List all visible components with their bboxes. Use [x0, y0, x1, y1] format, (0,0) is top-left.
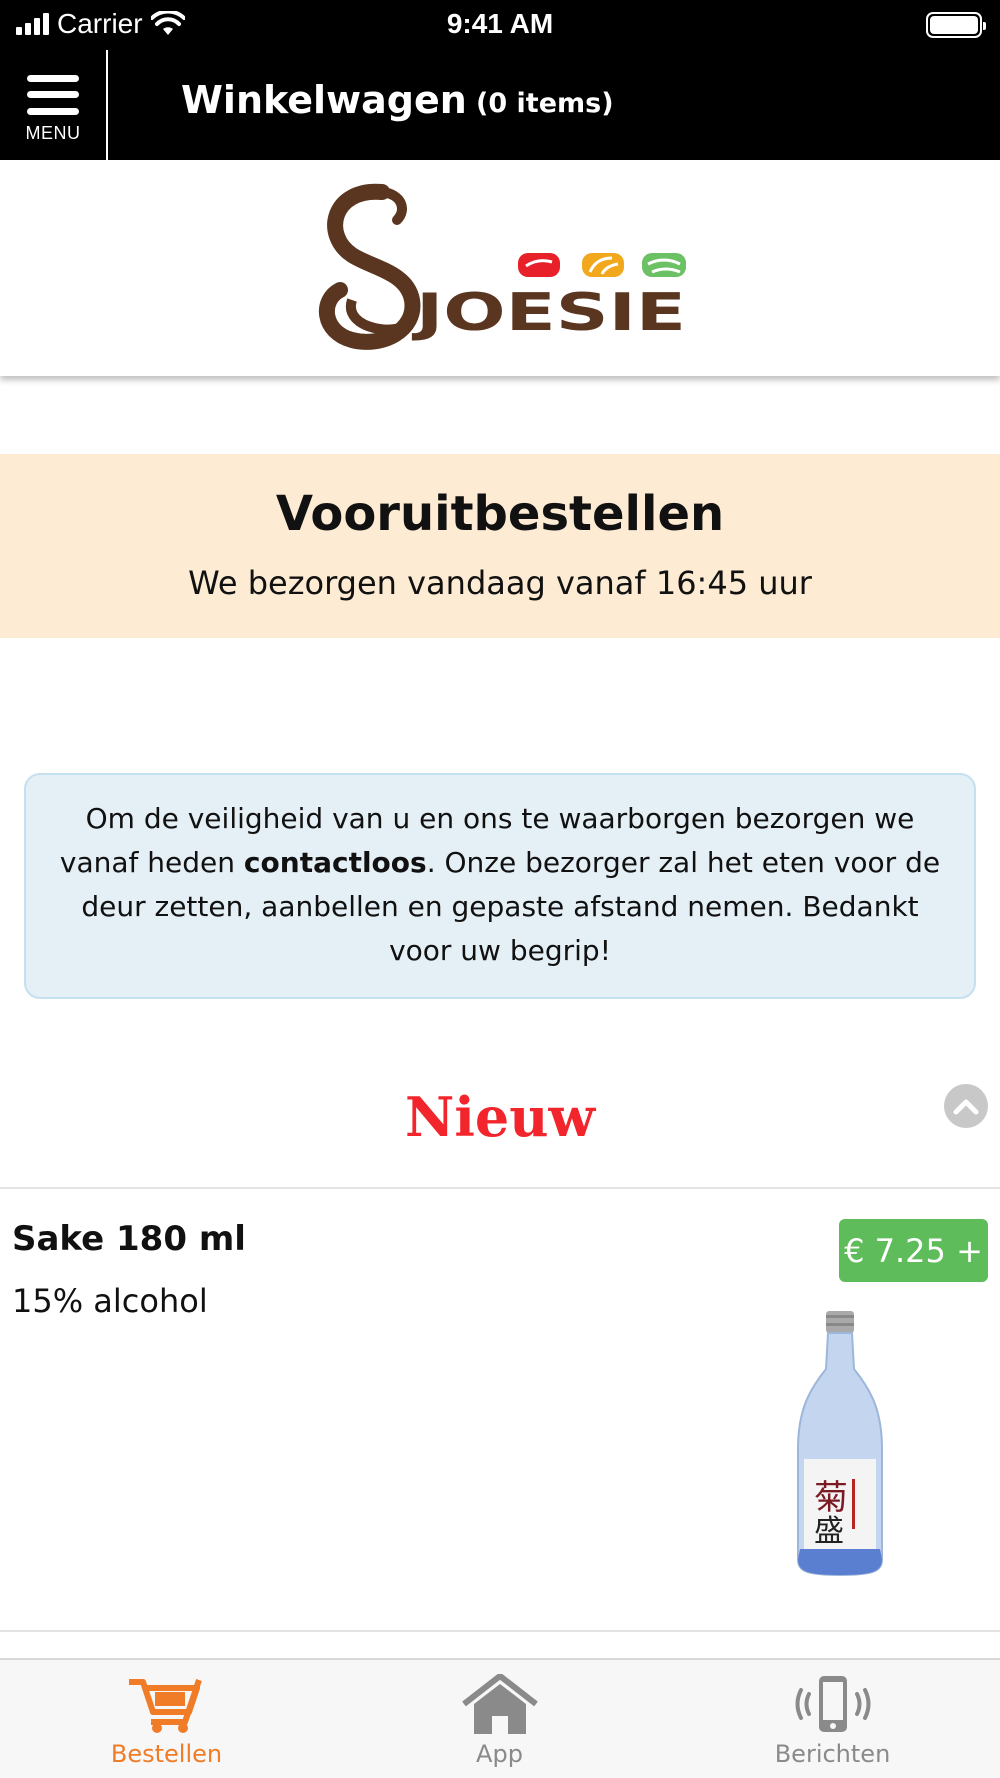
svg-text:盛: 盛 — [814, 1514, 844, 1549]
sjoesie-logo: JOESIE — [318, 183, 686, 350]
tab-berichten[interactable]: Berichten — [666, 1660, 999, 1778]
product-item[interactable]: Sake 180 ml 15% alcohol € 7.25 + 菊 盛 — [0, 1189, 1000, 1629]
tab-label-bestellen: Bestellen — [110, 1740, 223, 1768]
status-time: 9:41 AM — [446, 8, 554, 39]
home-icon — [461, 1674, 538, 1734]
add-to-cart-button[interactable]: € 7.25 + — [839, 1219, 988, 1282]
tab-label-app: App — [476, 1740, 523, 1768]
battery-icon — [926, 12, 986, 38]
tab-label-berichten: Berichten — [774, 1740, 891, 1768]
section-title: Nieuw — [405, 1085, 595, 1149]
hamburger-icon — [27, 74, 79, 115]
tab-bestellen[interactable]: Bestellen — [0, 1660, 333, 1778]
sake-bottle-image: 菊 盛 — [797, 1311, 883, 1577]
app-header: MENU Winkelwagen (0 items) — [0, 50, 1000, 160]
banner-subtitle: We bezorgen vandaag vanaf 16:45 uur — [188, 564, 812, 602]
banner-title: Vooruitbestellen — [275, 486, 725, 542]
contactless-notice: Om de veiligheid van u en ons te waarbor… — [24, 773, 976, 999]
phone-vibrate-icon — [795, 1676, 870, 1732]
logo-text: JOESIE — [412, 283, 686, 343]
product-description: 15% alcohol — [12, 1282, 208, 1320]
logo-area: JOESIE — [0, 160, 1000, 376]
tab-bar: Bestellen App Berichten — [0, 1658, 1000, 1778]
status-bar: Carrier 9:41 AM — [0, 0, 1000, 50]
notice-bold: contactloos — [243, 846, 427, 879]
chevron-up-icon — [953, 1099, 979, 1115]
menu-label: MENU — [25, 122, 81, 143]
tab-app[interactable]: App — [333, 1660, 666, 1778]
cart-count[interactable]: (0 items) — [476, 88, 614, 119]
product-name: Sake 180 ml — [12, 1219, 246, 1259]
svg-text:菊: 菊 — [814, 1478, 848, 1518]
scroll-up-button[interactable] — [944, 1084, 988, 1128]
cart-icon — [128, 1679, 202, 1733]
preorder-banner: Vooruitbestellen We bezorgen vandaag van… — [0, 454, 1000, 638]
menu-button[interactable]: MENU — [0, 50, 108, 160]
cart-title[interactable]: Winkelwagen — [181, 78, 467, 122]
divider — [0, 1630, 1000, 1632]
sushi-icons — [518, 253, 686, 277]
